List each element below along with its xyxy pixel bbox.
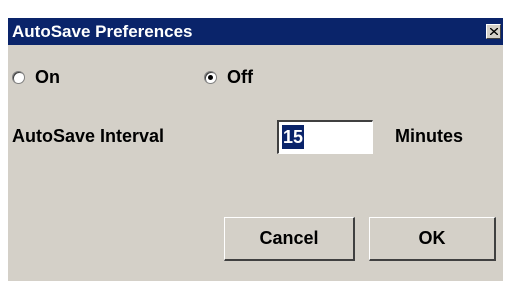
minutes-label: Minutes <box>395 126 464 146</box>
ok-button[interactable]: OK <box>369 217 496 261</box>
radio-off-label: Off <box>227 67 253 87</box>
autosave-interval-input[interactable]: 15 <box>277 120 373 154</box>
radio-on[interactable]: On <box>12 66 60 88</box>
radio-off-indicator[interactable] <box>204 70 217 84</box>
cancel-button[interactable]: Cancel <box>224 217 355 261</box>
title-bar[interactable]: AutoSave Preferences <box>8 18 503 45</box>
autosave-preferences-dialog: AutoSave Preferences On Off AutoSave Int… <box>8 18 503 281</box>
radio-off[interactable]: Off <box>204 66 253 88</box>
autosave-interval-label: AutoSave Interval <box>12 126 165 146</box>
radio-on-label: On <box>35 67 60 87</box>
window-title: AutoSave Preferences <box>12 22 193 41</box>
interval-value-selected[interactable]: 15 <box>282 125 305 149</box>
close-button[interactable] <box>486 24 501 39</box>
close-icon <box>490 28 498 35</box>
radio-on-indicator[interactable] <box>12 70 25 84</box>
